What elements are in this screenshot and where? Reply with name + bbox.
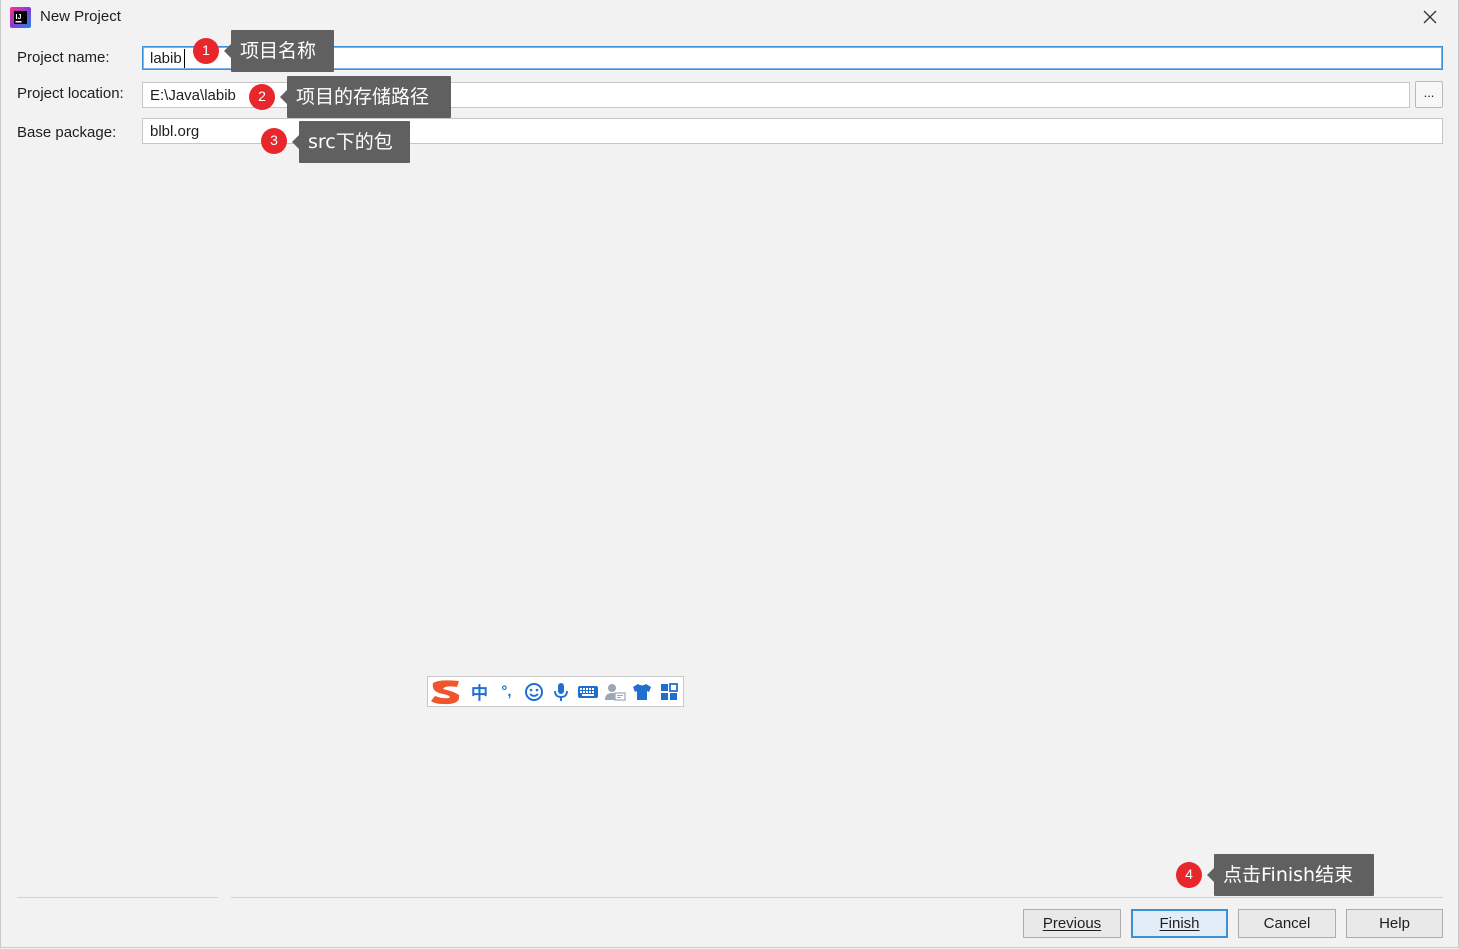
ime-toolbar[interactable]: 中 °, bbox=[427, 676, 684, 707]
intellij-app-icon: IJ bbox=[10, 7, 31, 28]
project-name-input[interactable] bbox=[142, 46, 1443, 70]
previous-button[interactable]: Previous bbox=[1023, 909, 1121, 938]
browse-location-button[interactable]: ... bbox=[1415, 81, 1443, 108]
annotation-marker-1: 1 bbox=[193, 38, 219, 64]
help-button-label: Help bbox=[1379, 915, 1410, 932]
finish-button-label: Finish bbox=[1159, 915, 1200, 932]
base-package-label: Base package: bbox=[17, 124, 117, 141]
close-icon bbox=[1423, 10, 1437, 24]
skin-shirt-icon[interactable] bbox=[628, 677, 655, 706]
chinese-mode-icon[interactable]: 中 bbox=[466, 677, 493, 706]
footer-divider-left bbox=[17, 897, 218, 898]
emoji-icon[interactable] bbox=[520, 677, 547, 706]
toolbox-grid-icon[interactable] bbox=[655, 677, 682, 706]
text-caret bbox=[184, 49, 185, 68]
microphone-icon[interactable] bbox=[547, 677, 574, 706]
help-button[interactable]: Help bbox=[1346, 909, 1443, 938]
punctuation-icon[interactable]: °, bbox=[493, 677, 520, 706]
cancel-button-label: Cancel bbox=[1263, 915, 1311, 932]
project-location-label: Project location: bbox=[17, 85, 124, 102]
close-button[interactable] bbox=[1413, 2, 1447, 32]
new-project-dialog: IJ New Project Project name: Project loc… bbox=[0, 0, 1459, 948]
svg-text:IJ: IJ bbox=[16, 14, 22, 21]
annotation-marker-3: 3 bbox=[261, 128, 287, 154]
annotation-marker-2: 2 bbox=[249, 84, 275, 110]
sogou-logo-icon[interactable] bbox=[428, 676, 466, 707]
previous-button-label: Previous bbox=[1042, 915, 1102, 932]
annotation-callout-3: src下的包 bbox=[292, 121, 410, 163]
keyboard-icon[interactable] bbox=[574, 677, 601, 706]
cancel-button[interactable]: Cancel bbox=[1238, 909, 1336, 938]
annotation-callout-1: 项目名称 bbox=[224, 30, 334, 72]
user-card-icon[interactable] bbox=[601, 677, 628, 706]
annotation-callout-4: 点击Finish结束 bbox=[1207, 854, 1374, 896]
footer-divider-right bbox=[231, 897, 1443, 898]
finish-button[interactable]: Finish bbox=[1131, 909, 1228, 938]
annotation-marker-4: 4 bbox=[1176, 862, 1202, 888]
annotation-callout-2: 项目的存储路径 bbox=[280, 76, 451, 118]
project-name-label: Project name: bbox=[17, 49, 110, 66]
title-bar: IJ New Project bbox=[1, 0, 1459, 34]
window-title: New Project bbox=[40, 8, 121, 25]
